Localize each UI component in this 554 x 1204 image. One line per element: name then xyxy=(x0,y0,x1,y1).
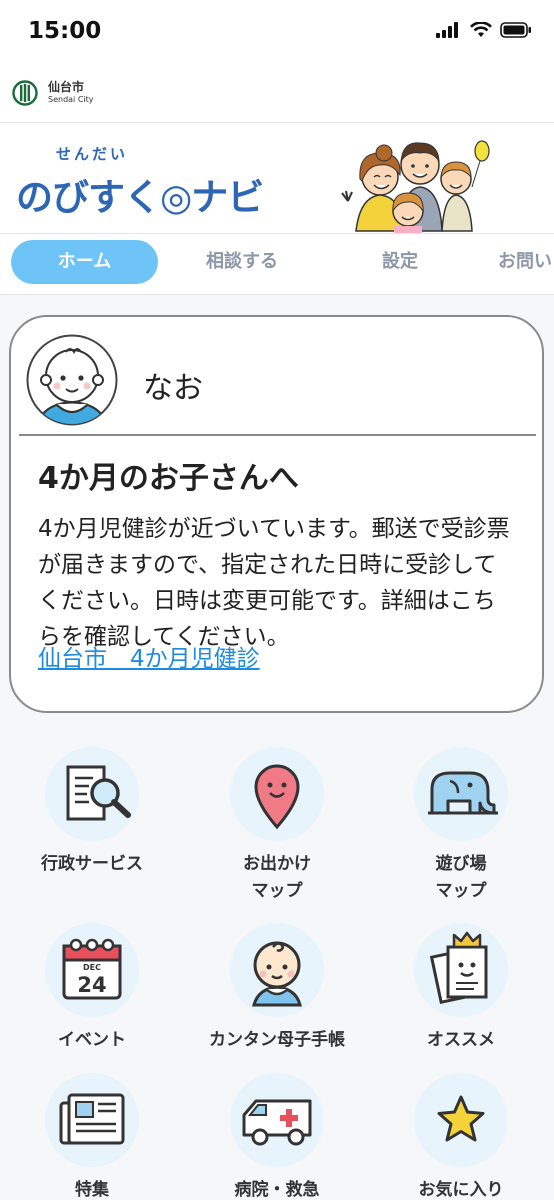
menu-label: オススメ xyxy=(427,1030,495,1050)
brand-logo: のびすく◎ナビ xyxy=(16,176,264,219)
star-icon xyxy=(414,1073,508,1167)
menu-label: 遊び場 マップ xyxy=(435,854,487,901)
wifi-icon xyxy=(470,22,492,37)
family-illustration-icon xyxy=(341,140,490,233)
profile-card: なお 4か月のお子さんへ 4か月児健診が近づいています。郵送で受診票が届きますの… xyxy=(9,315,544,713)
ambulance-icon xyxy=(230,1073,324,1167)
signal-icon xyxy=(436,22,458,38)
crown-paper-icon xyxy=(414,923,508,1017)
tab-home[interactable]: ホーム xyxy=(11,240,158,284)
menu-label: 行政サービス xyxy=(41,854,143,874)
city-name-en: Sendai City xyxy=(48,95,94,104)
calendar-icon: DEC 24 xyxy=(45,923,139,1017)
main-content: なお 4か月のお子さんへ 4か月児健診が近づいています。郵送で受診票が届きますの… xyxy=(0,295,554,1200)
tab-settings[interactable]: 設定 xyxy=(344,240,456,284)
app-brand-header: せんだい のびすく◎ナビ xyxy=(0,123,554,234)
sendai-city-logo-icon[interactable] xyxy=(12,80,38,106)
card-title: 4か月のお子さんへ xyxy=(38,461,299,496)
calendar-month: DEC xyxy=(83,963,101,972)
card-divider xyxy=(19,434,536,436)
brand-kana: せんだい xyxy=(56,145,129,163)
baby-avatar-icon[interactable] xyxy=(26,334,118,426)
battery-icon xyxy=(500,22,531,38)
city-header: 仙台市 Sendai City xyxy=(0,62,554,123)
status-icons xyxy=(436,22,532,38)
map-pin-icon xyxy=(230,747,324,841)
menu-label: カンタン母子手帳 xyxy=(209,1030,345,1050)
card-message: 4か月児健診が近づいています。郵送で受診票が届きますので、指定された日時に受診し… xyxy=(38,516,510,650)
menu-label: イベント xyxy=(58,1030,126,1050)
elephant-slide-icon xyxy=(414,747,508,841)
tab-consult[interactable]: 相談する xyxy=(172,240,312,284)
checkup-link[interactable]: 仙台市 4か月児健診 xyxy=(38,641,260,677)
calendar-day: 24 xyxy=(77,973,106,997)
status-time: 15:00 xyxy=(28,18,102,44)
newspaper-icon xyxy=(45,1073,139,1167)
city-name: 仙台市 xyxy=(48,80,85,94)
menu-label: お出かけ マップ xyxy=(243,854,311,901)
main-tab-bar: ホーム 相談する 設定 お問い xyxy=(0,234,554,295)
user-name: なお xyxy=(143,371,203,406)
document-search-icon xyxy=(45,747,139,841)
baby-icon xyxy=(230,923,324,1017)
status-bar: 15:00 xyxy=(0,0,554,62)
tab-contact[interactable]: お問い xyxy=(484,240,554,284)
